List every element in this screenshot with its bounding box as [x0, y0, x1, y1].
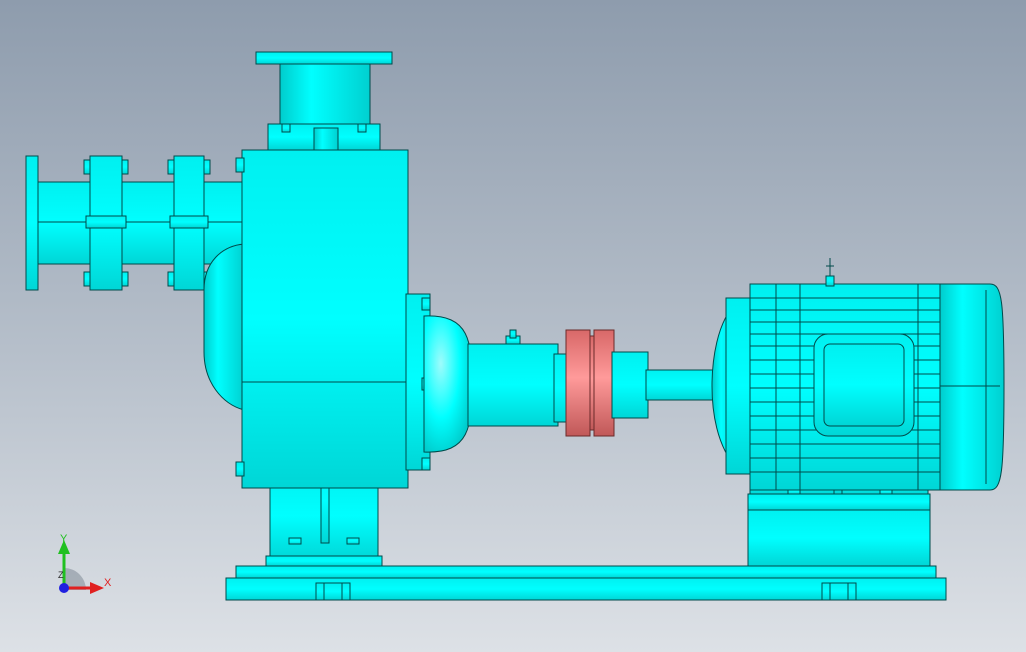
x-axis-arrowhead: [90, 582, 104, 594]
axis-triad: [58, 540, 104, 594]
cad-viewport[interactable]: Y X Z: [0, 0, 1026, 652]
y-axis-label: Y: [60, 533, 68, 545]
z-axis-origin: [59, 583, 69, 593]
x-axis-label: X: [104, 577, 112, 589]
z-axis-label: Z: [58, 570, 64, 580]
